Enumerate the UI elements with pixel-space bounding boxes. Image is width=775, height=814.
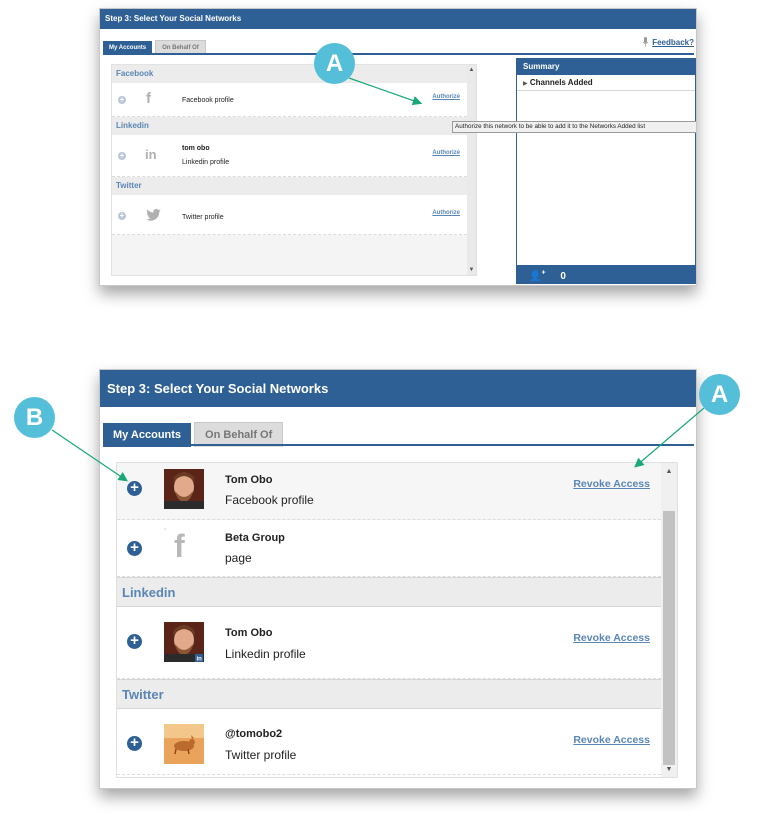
authorize-tooltip: Authorize this network to be able to add… xyxy=(452,121,696,133)
scroll-down-icon[interactable]: ▼ xyxy=(467,267,476,273)
avatar: in xyxy=(164,622,204,662)
channels-added-item[interactable]: ▶ Channels Added xyxy=(517,75,695,91)
top-screenshot-panel: Step 3: Select Your Social Networks My A… xyxy=(99,8,697,286)
list-item: + in tom obo Linkedin profile Authorize xyxy=(112,135,467,177)
step-header: Step 3: Select Your Social Networks xyxy=(100,370,696,407)
row-name: Tom Obo xyxy=(225,627,273,639)
step-header: Step 3: Select Your Social Networks xyxy=(100,9,696,29)
list-item: + @tomobo2 Twitter profile Revoke Access xyxy=(117,709,661,775)
authorize-link[interactable]: Authorize xyxy=(432,150,460,156)
tab-underline xyxy=(103,444,694,446)
svg-text:in: in xyxy=(197,657,203,663)
list-item: + Tom Obo Facebook profile Revoke Access xyxy=(117,463,661,520)
plus-circle-icon[interactable]: + xyxy=(118,212,126,220)
group-header-linkedin: Linkedin xyxy=(117,577,661,607)
row-name: tom obo xyxy=(182,145,210,152)
authorize-link[interactable]: Authorize xyxy=(432,210,460,216)
microphone-icon xyxy=(642,37,649,47)
callout-a: A xyxy=(314,43,355,84)
row-name: @tomobo2 xyxy=(225,728,283,740)
plus-circle-icon[interactable]: + xyxy=(127,735,142,751)
scroll-up-icon[interactable]: ▲ xyxy=(467,67,476,73)
summary-panel: Summary ▶ Channels Added 👤+ 0 xyxy=(516,58,696,284)
revoke-access-link[interactable]: Revoke Access xyxy=(573,478,650,490)
row-subtitle: Linkedin profile xyxy=(225,647,306,661)
bottom-screenshot-panel: Step 3: Select Your Social Networks My A… xyxy=(99,369,697,789)
list-item: + in Tom Obo Linkedin profile Revoke Acc… xyxy=(117,607,661,679)
plus-circle-icon[interactable]: + xyxy=(127,480,142,496)
list-item: + ○ f Beta Group page xyxy=(117,520,661,577)
plus-circle-icon[interactable]: + xyxy=(118,96,126,104)
scrollbar[interactable]: ▲ ▼ xyxy=(467,65,476,275)
group-header-twitter: Twitter xyxy=(112,177,476,195)
group-header-facebook: Facebook xyxy=(112,65,476,83)
triangle-right-icon: ▶ xyxy=(523,81,528,87)
linkedin-icon: in xyxy=(145,147,157,162)
plus-circle-icon[interactable]: + xyxy=(127,633,142,649)
row-name: Tom Obo xyxy=(225,474,273,486)
channels-count: 0 xyxy=(560,271,566,283)
networks-list: Facebook + f Facebook profile Authorize … xyxy=(111,64,477,276)
row-subtitle: Facebook profile xyxy=(182,97,234,104)
row-subtitle: Twitter profile xyxy=(182,214,224,221)
tab-underline xyxy=(103,53,694,55)
facebook-icon: f xyxy=(146,90,151,107)
row-subtitle: page xyxy=(225,551,252,565)
group-header-twitter: Twitter xyxy=(117,679,661,709)
revoke-access-link[interactable]: Revoke Access xyxy=(573,734,650,746)
feedback-label[interactable]: Feedback? xyxy=(652,38,694,47)
avatar xyxy=(164,724,204,764)
channels-added-label: Channels Added xyxy=(529,78,593,87)
revoke-access-link[interactable]: Revoke Access xyxy=(573,632,650,644)
avatar xyxy=(164,469,204,509)
row-subtitle: Facebook profile xyxy=(225,493,314,507)
list-item: + f Facebook profile Authorize xyxy=(112,83,467,117)
plus-circle-icon[interactable]: + xyxy=(127,540,142,556)
summary-title: Summary xyxy=(517,59,695,75)
scroll-up-icon[interactable]: ▲ xyxy=(661,468,677,475)
summary-footer: 👤+ 0 xyxy=(517,265,695,283)
scroll-down-icon[interactable]: ▼ xyxy=(661,766,677,773)
list-item: + Twitter profile Authorize xyxy=(112,195,467,235)
scrollbar[interactable]: ▲ ▼ xyxy=(661,463,677,777)
callout-b: B xyxy=(14,397,55,438)
plus-circle-icon[interactable]: + xyxy=(118,152,126,160)
callout-a: A xyxy=(699,374,740,415)
twitter-icon xyxy=(146,209,161,221)
row-name: Beta Group xyxy=(225,532,285,544)
networks-list: + Tom Obo Facebook profile Revoke Access… xyxy=(116,462,678,778)
row-subtitle: Linkedin profile xyxy=(182,159,230,166)
add-user-icon: 👤+ xyxy=(529,270,546,283)
feedback-link[interactable]: Feedback? xyxy=(642,37,694,47)
facebook-icon: f xyxy=(174,528,185,564)
small-dot-icon: ○ xyxy=(164,526,167,531)
row-subtitle: Twitter profile xyxy=(225,748,297,762)
scrollbar-thumb[interactable] xyxy=(663,511,675,765)
authorize-link[interactable]: Authorize xyxy=(432,94,460,100)
group-header-linkedin: Linkedin xyxy=(112,117,476,135)
